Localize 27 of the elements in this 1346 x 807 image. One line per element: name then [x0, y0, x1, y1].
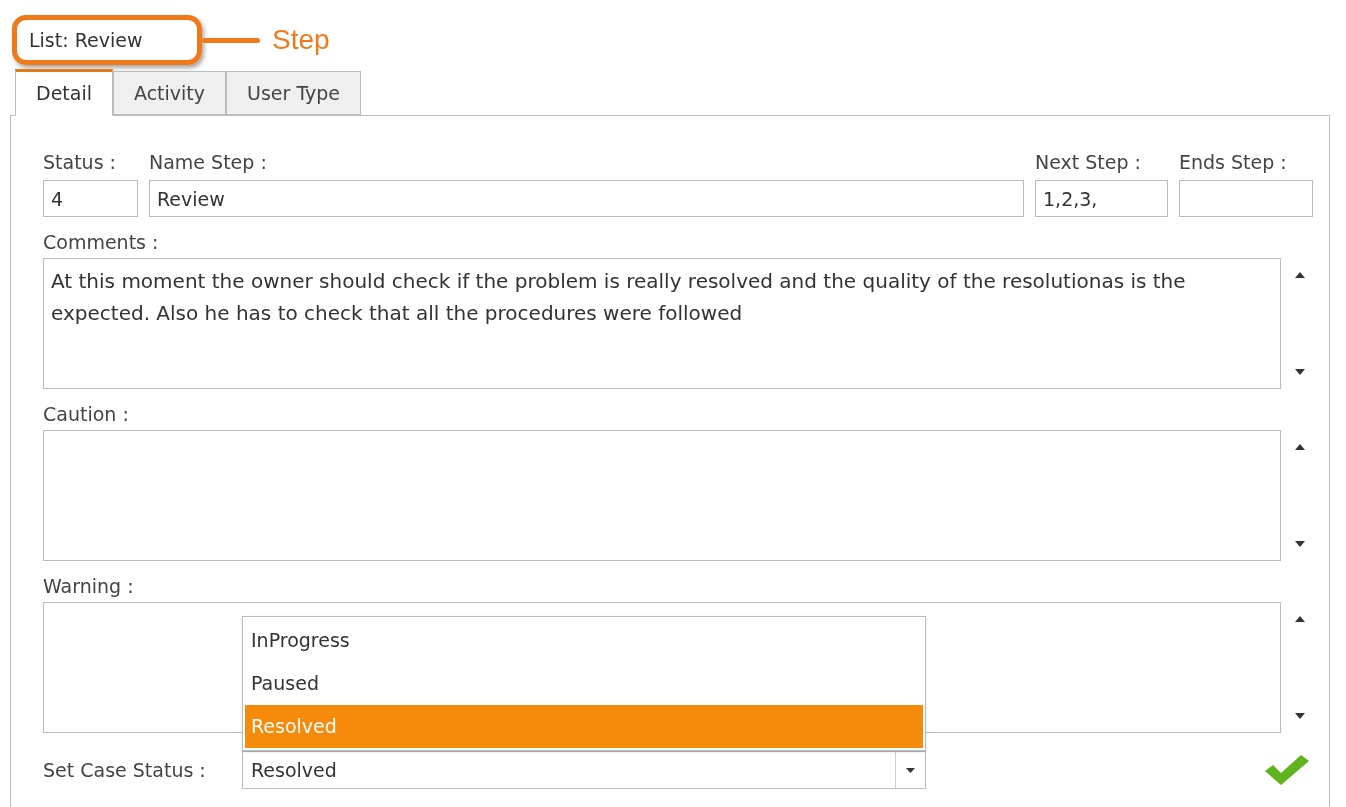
- tab[interactable]: Activity: [113, 71, 227, 115]
- checkmark-icon[interactable]: [1263, 753, 1311, 787]
- tab[interactable]: Detail: [15, 69, 113, 116]
- next-step-field[interactable]: 1,2,3,: [1035, 180, 1168, 217]
- field-label: Status :: [43, 150, 117, 174]
- name-step-field[interactable]: Review: [149, 180, 1024, 217]
- scroll-down-icon[interactable]: [1295, 713, 1305, 719]
- field-label: Ends Step :: [1179, 150, 1288, 174]
- list-title: List: Review: [29, 27, 143, 53]
- scroll-up-icon[interactable]: [1295, 272, 1305, 278]
- field-label: Warning :: [43, 574, 135, 598]
- field-label: Caution :: [43, 402, 130, 426]
- field-label: Comments :: [43, 230, 160, 254]
- field-label: Name Step :: [149, 150, 268, 174]
- callout-label: Step: [272, 23, 330, 57]
- tab[interactable]: User Type: [226, 71, 362, 115]
- scroll-down-icon[interactable]: [1295, 541, 1305, 547]
- field-label: Next Step :: [1035, 150, 1142, 174]
- scroll-up-icon[interactable]: [1295, 616, 1305, 622]
- scroll-up-icon[interactable]: [1295, 444, 1305, 450]
- scroll-down-icon[interactable]: [1295, 369, 1305, 375]
- text-area[interactable]: At this moment the owner should check if the problem is really resolved and the quality of the resolutionas is the expected. Also he has to check that all the procedures were followed: [43, 258, 1281, 389]
- field-label: Set Case Status :: [43, 757, 207, 783]
- case-status-select[interactable]: Resolved: [242, 751, 926, 789]
- caret-icon: [906, 767, 915, 773]
- ends-step-field[interactable]: [1179, 180, 1313, 217]
- status-field[interactable]: 4: [43, 180, 138, 217]
